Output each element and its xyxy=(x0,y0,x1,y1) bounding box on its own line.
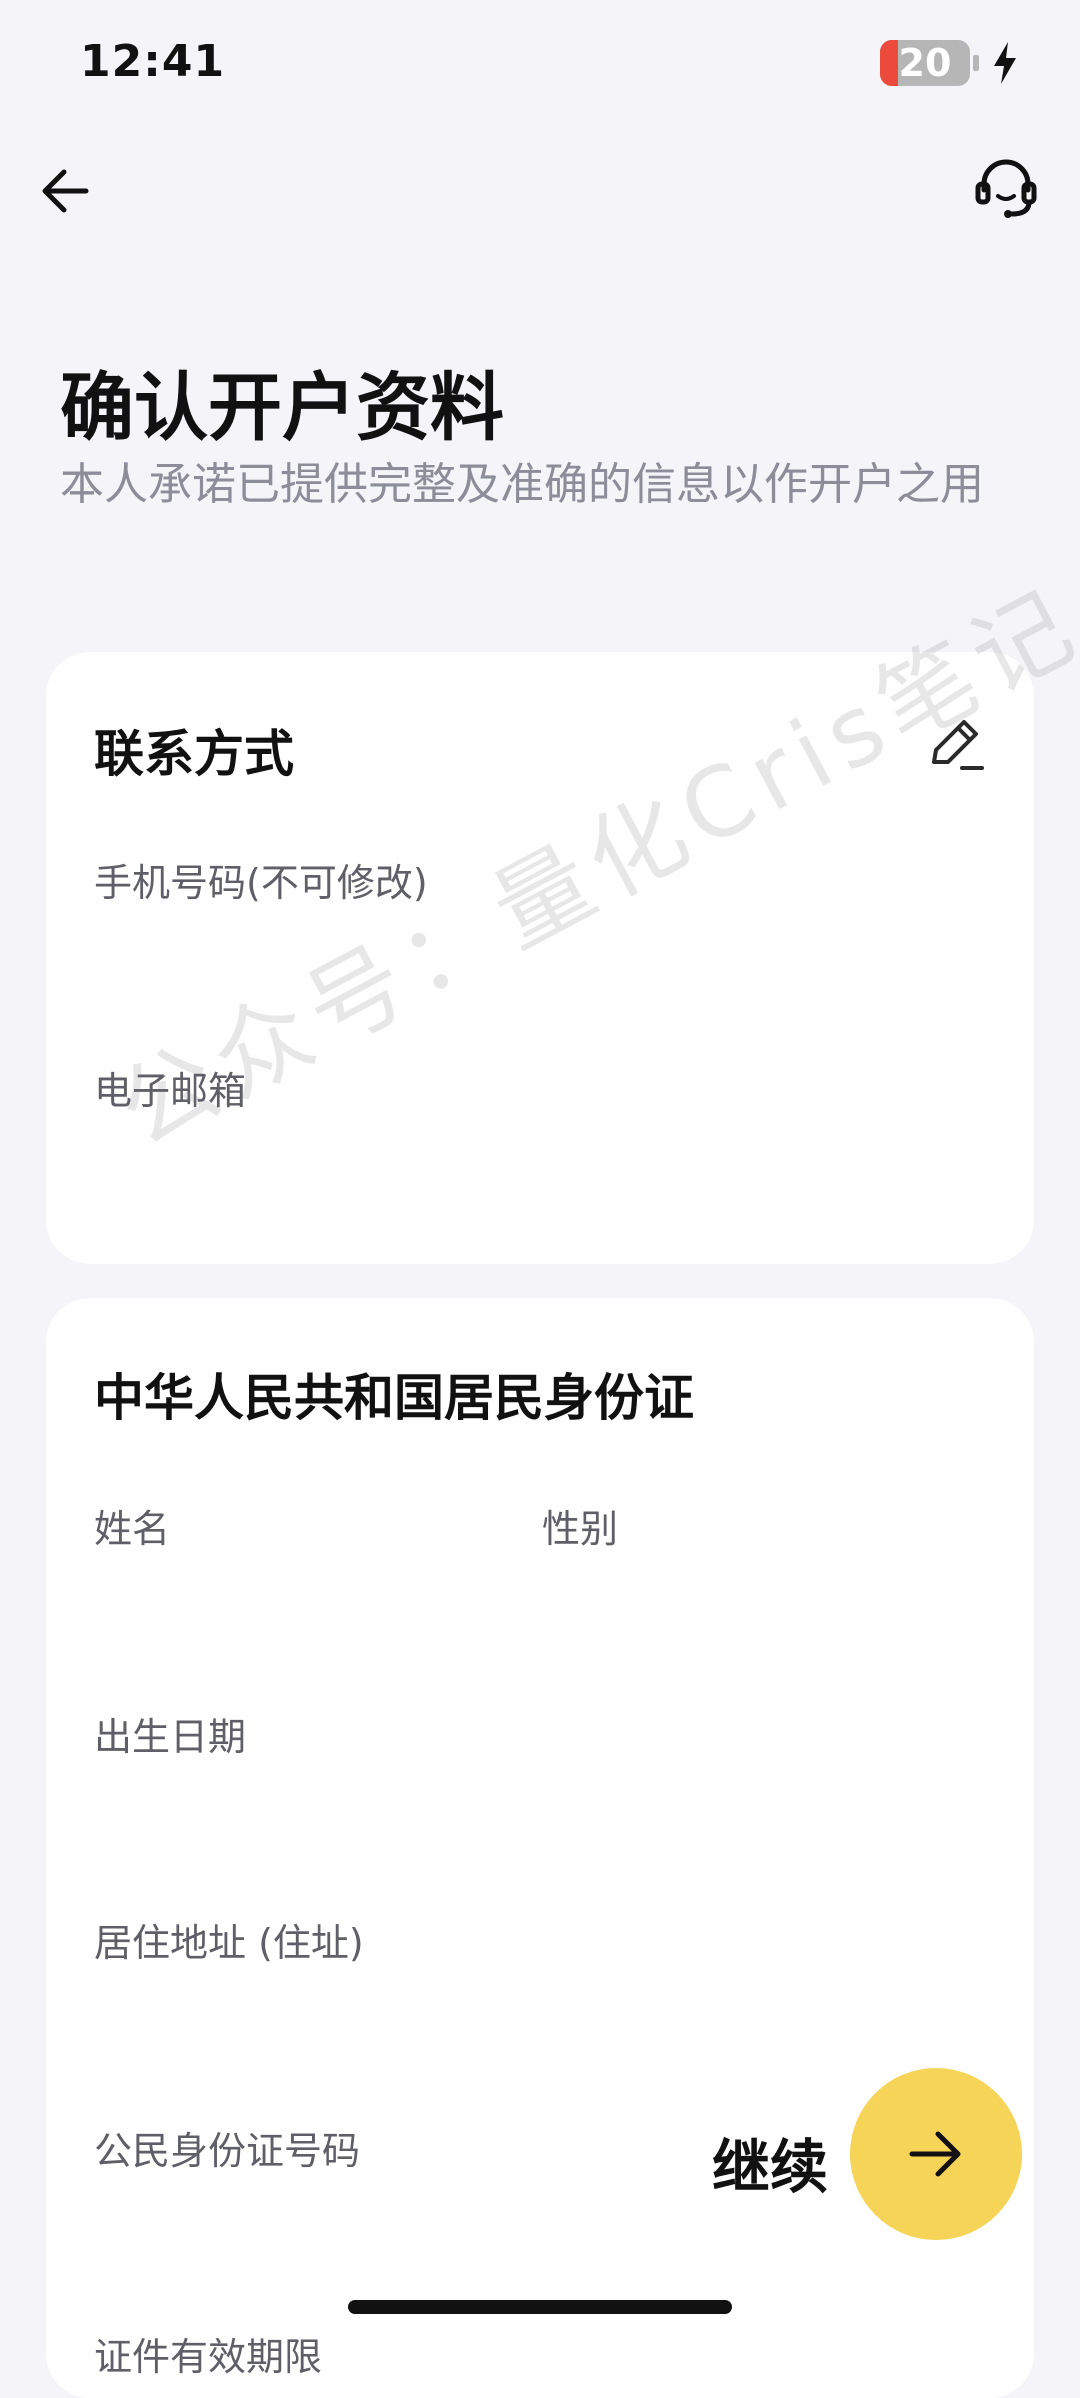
continue-label[interactable]: 继续 xyxy=(712,2120,828,2204)
contact-card-title: 联系方式 xyxy=(94,725,294,783)
birthdate-label: 出生日期 xyxy=(94,1715,247,1759)
id-card-title: 中华人民共和国居民身份证 xyxy=(94,1369,694,1427)
headset-icon[interactable] xyxy=(972,154,1040,222)
arrow-left-icon[interactable] xyxy=(36,160,98,222)
email-label: 电子邮箱 xyxy=(94,1069,247,1113)
id-number-label: 公民身份证号码 xyxy=(94,2129,361,2173)
lightning-bolt-icon xyxy=(994,42,1016,84)
contact-info-card: 联系方式 手机号码(不可修改) 电子邮箱 xyxy=(46,652,1034,1264)
pencil-icon[interactable] xyxy=(924,712,988,776)
nav-bar xyxy=(0,150,1080,230)
status-time: 12:41 xyxy=(80,36,226,87)
battery-level: 20 xyxy=(898,41,952,85)
address-label: 居住地址 (住址) xyxy=(94,1921,364,1965)
validity-label: 证件有效期限 xyxy=(94,2335,323,2379)
battery-tip xyxy=(973,55,979,71)
page-subtitle: 本人承诺已提供完整及准确的信息以作开户之用 xyxy=(60,459,984,510)
name-label: 姓名 xyxy=(94,1507,171,1551)
status-bar: 12:41 20 xyxy=(0,0,1080,130)
battery-indicator: 20 xyxy=(880,40,970,86)
home-indicator xyxy=(348,2300,732,2314)
phone-label: 手机号码(不可修改) xyxy=(94,861,428,905)
id-info-card: 中华人民共和国居民身份证 姓名 性别 出生日期 居住地址 (住址) 公民身份证号… xyxy=(46,1298,1034,2398)
page-title: 确认开户资料 xyxy=(60,365,504,451)
continue-button[interactable] xyxy=(850,2068,1022,2240)
arrow-right-icon xyxy=(909,2131,961,2177)
gender-label: 性别 xyxy=(542,1507,619,1551)
